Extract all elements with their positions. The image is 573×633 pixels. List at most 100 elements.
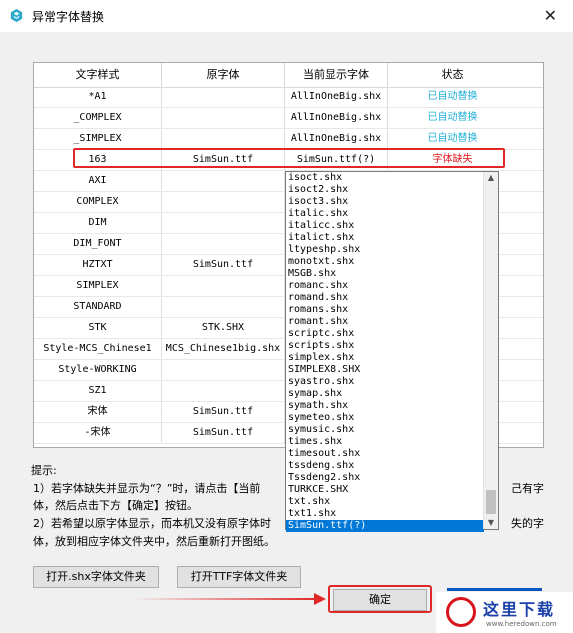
cell-original (162, 87, 285, 107)
hint-2-part-b: 失的字 (511, 517, 544, 530)
hints-label: 提示: (31, 464, 57, 477)
cell-original: SimSun.ttf (162, 255, 285, 275)
scroll-down-icon[interactable]: ▼ (484, 517, 498, 529)
cell-style: *A1 (34, 87, 162, 107)
cell-style: SIMPLEX (34, 276, 162, 296)
dropdown-option[interactable]: symusic.shx (286, 424, 484, 436)
dropdown-option[interactable]: isoct2.shx (286, 184, 484, 196)
cell-style: HZTXT (34, 255, 162, 275)
dropdown-option[interactable]: italicc.shx (286, 220, 484, 232)
cell-original (162, 360, 285, 380)
close-icon[interactable]: ✕ (544, 6, 557, 25)
cell-style: DIM (34, 213, 162, 233)
cell-original: MCS_Chinese1big.shx (162, 339, 285, 359)
cell-current[interactable]: AllInOneBig.shx (285, 108, 388, 128)
watermark-text: 这里下载 (483, 600, 556, 619)
cell-style: 宋体 (34, 402, 162, 422)
cell-original (162, 129, 285, 149)
hint-2-line-2: 体，放到相应字体文件夹中，然后重新打开图纸。 (33, 535, 275, 548)
col-header-current[interactable]: 当前显示字体 (285, 63, 388, 87)
cell-current[interactable]: AllInOneBig.shx (285, 87, 388, 107)
dropdown-option[interactable]: txt.shx (286, 496, 484, 508)
ok-button[interactable]: 确定 (333, 589, 427, 611)
dropdown-option[interactable]: symap.shx (286, 388, 484, 400)
cell-style: Style-WORKING (34, 360, 162, 380)
cell-original (162, 276, 285, 296)
dropdown-option[interactable]: italic.shx (286, 208, 484, 220)
cell-status: 已自动替换 (427, 91, 478, 102)
annotation-arrow-line (133, 598, 318, 600)
dropdown-option[interactable]: tssdeng.shx (286, 460, 484, 472)
cell-original (162, 234, 285, 254)
dropdown-option[interactable]: SimSun.ttf(?) (286, 520, 484, 532)
dropdown-option[interactable]: timesout.shx (286, 448, 484, 460)
table-row[interactable]: _COMPLEX AllInOneBig.shx 已自动替换 (34, 108, 543, 129)
open-ttf-folder-button[interactable]: 打开TTF字体文件夹 (177, 566, 301, 588)
cell-original (162, 213, 285, 233)
col-header-status[interactable]: 状态 (388, 63, 517, 87)
dropdown-option[interactable]: times.shx (286, 436, 484, 448)
table-row[interactable]: *A1 AllInOneBig.shx 已自动替换 (34, 87, 543, 108)
cell-style: _COMPLEX (34, 108, 162, 128)
title-bar: 异常字体替换 ✕ (0, 0, 573, 32)
dropdown-option[interactable]: txt1.shx (286, 508, 484, 520)
col-header-style[interactable]: 文字样式 (34, 63, 162, 87)
app-logo-icon (10, 8, 23, 23)
cell-style: Style-MCS_Chinese1 (34, 339, 162, 359)
dropdown-scrollbar[interactable]: ▲ ▼ (483, 172, 498, 529)
dropdown-option[interactable]: TURKCE.SHX (286, 484, 484, 496)
dropdown-option[interactable]: romanc.shx (286, 280, 484, 292)
open-shx-folder-button[interactable]: 打开.shx字体文件夹 (33, 566, 159, 588)
dropdown-option[interactable]: isoct.shx (286, 172, 484, 184)
hint-1-part-a: 1）若字体缺失并显示为“？”时，请点击【当前 (33, 482, 261, 495)
dropdown-option[interactable]: symath.shx (286, 400, 484, 412)
cell-style: SZ1 (34, 381, 162, 401)
dropdown-option[interactable]: SIMPLEX8.SHX (286, 364, 484, 376)
window-title: 异常字体替换 (32, 10, 105, 24)
cell-original: SimSun.ttf (162, 402, 285, 422)
hint-1-line-2: 体，然后点击下方【确定】按钮。 (33, 499, 198, 512)
annotation-arrow-head (314, 593, 326, 605)
scroll-up-icon[interactable]: ▲ (484, 172, 498, 184)
dropdown-option[interactable]: simplex.shx (286, 352, 484, 364)
dropdown-option[interactable]: scripts.shx (286, 340, 484, 352)
cancel-button-edge (447, 588, 542, 591)
cell-style: COMPLEX (34, 192, 162, 212)
dropdown-option[interactable]: monotxt.shx (286, 256, 484, 268)
font-dropdown-list[interactable]: isoct.shx isoct2.shx isoct3.shx italic.shx i… (285, 171, 499, 532)
cell-style: AXI (34, 171, 162, 191)
dropdown-option[interactable]: romand.shx (286, 292, 484, 304)
col-header-original[interactable]: 原字体 (162, 63, 285, 87)
cell-original (162, 171, 285, 191)
cell-original: STK.SHX (162, 318, 285, 338)
dropdown-options: isoct.shx isoct2.shx isoct3.shx italic.shx i… (286, 172, 484, 532)
table-header: 文字样式 原字体 当前显示字体 状态 (34, 63, 543, 88)
dropdown-option[interactable]: isoct3.shx (286, 196, 484, 208)
cell-style: STK (34, 318, 162, 338)
cell-current[interactable]: AllInOneBig.shx (285, 129, 388, 149)
hint-2-part-a: 2）若希望以原字体显示，而本机又没有原字体时 (33, 517, 271, 530)
dropdown-option[interactable]: romans.shx (286, 304, 484, 316)
cell-status: 已自动替换 (427, 133, 478, 144)
watermark: 这里下载 www.heredown.com (436, 592, 573, 633)
hint-1-part-b: 己有字 (511, 482, 544, 495)
dropdown-option[interactable]: symeteo.shx (286, 412, 484, 424)
dropdown-option[interactable]: ltypeshp.shx (286, 244, 484, 256)
watermark-logo-icon (446, 597, 476, 627)
cell-style: DIM_FONT (34, 234, 162, 254)
cell-original (162, 108, 285, 128)
cell-style: -宋体 (34, 423, 162, 443)
cell-style: STANDARD (34, 297, 162, 317)
cell-original (162, 297, 285, 317)
dropdown-option[interactable]: Tssdeng2.shx (286, 472, 484, 484)
scroll-thumb[interactable] (486, 490, 496, 514)
dropdown-option[interactable]: syastro.shx (286, 376, 484, 388)
dropdown-option[interactable]: romant.shx (286, 316, 484, 328)
dropdown-option[interactable]: italict.shx (286, 232, 484, 244)
cell-original: SimSun.ttf (162, 423, 285, 443)
table-row[interactable]: _SIMPLEX AllInOneBig.shx 已自动替换 (34, 129, 543, 150)
cell-original (162, 381, 285, 401)
cell-style: _SIMPLEX (34, 129, 162, 149)
dropdown-option[interactable]: MSGB.shx (286, 268, 484, 280)
dropdown-option[interactable]: scriptc.shx (286, 328, 484, 340)
